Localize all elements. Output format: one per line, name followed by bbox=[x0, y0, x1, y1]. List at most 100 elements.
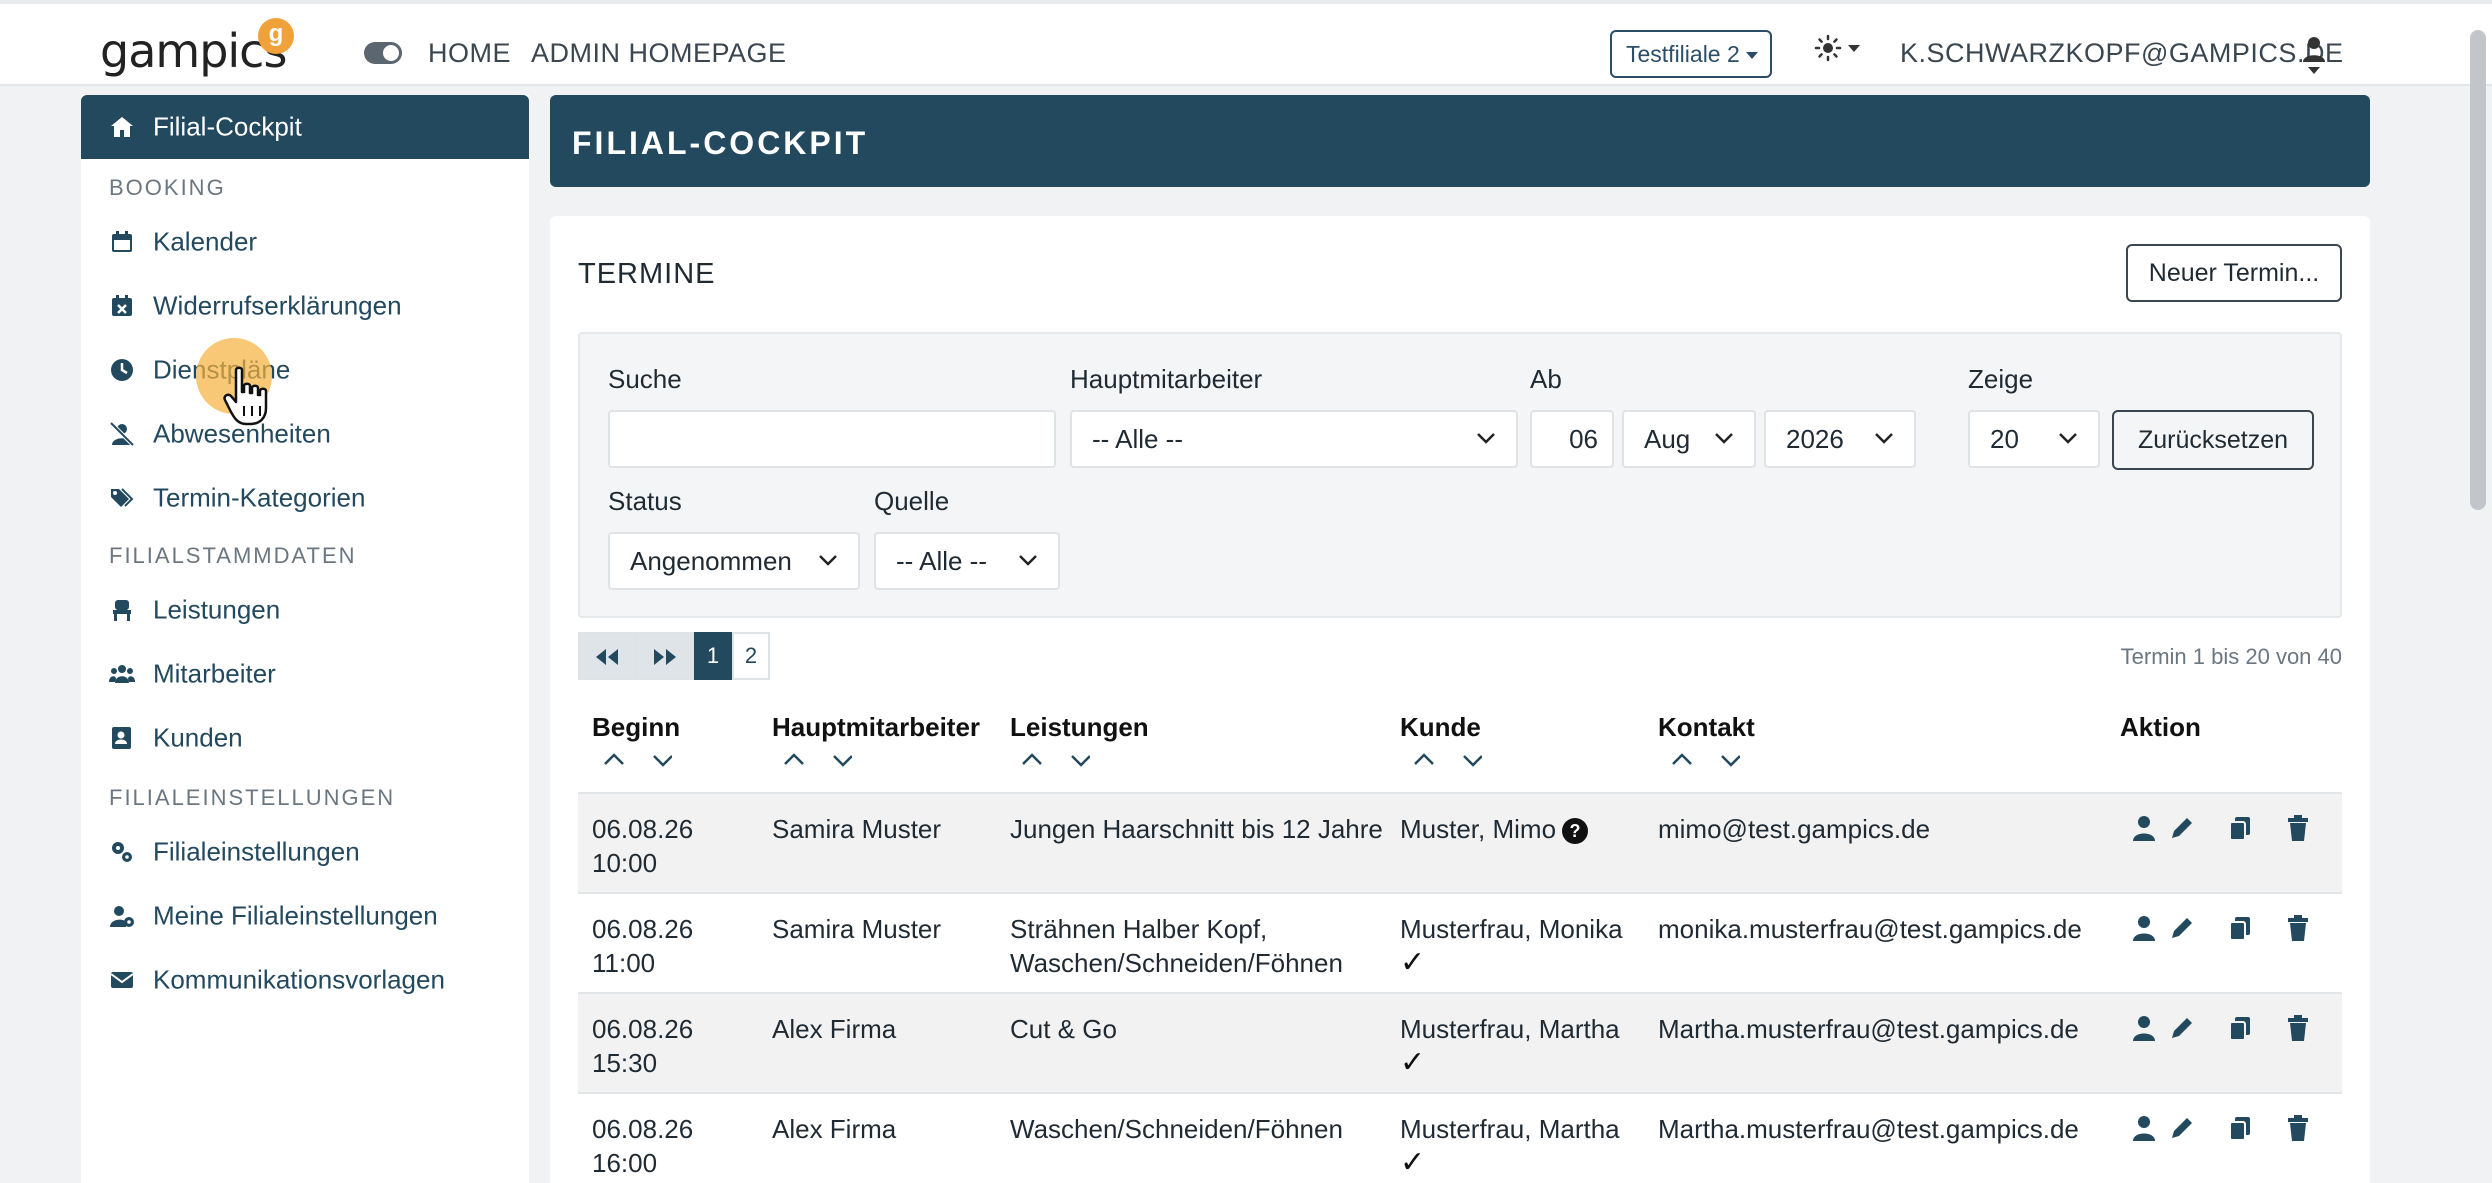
caret-down-icon bbox=[1848, 44, 1860, 52]
show-label: Zeige bbox=[1968, 364, 2034, 394]
sidebar-item-label: Filial-Cockpit bbox=[153, 111, 302, 142]
table-row[interactable]: 06.08.26 10:00 Samira Muster Jungen Haars… bbox=[578, 792, 2342, 892]
search-label: Suche bbox=[608, 364, 682, 394]
employee-select-value: -- Alle -- bbox=[1092, 424, 1183, 454]
user-icon[interactable] bbox=[2130, 1114, 2158, 1142]
pencil-icon[interactable] bbox=[2168, 814, 2196, 842]
clock-icon bbox=[111, 359, 133, 381]
trash-icon[interactable] bbox=[2284, 1014, 2312, 1042]
sort-buttons-beginn[interactable] bbox=[602, 750, 672, 770]
from-year-select[interactable]: 2026 bbox=[1764, 410, 1916, 468]
sidebar-item-widerrufserklaerungen[interactable]: Widerrufserklärungen bbox=[81, 278, 529, 334]
theme-toggle-button[interactable] bbox=[1814, 30, 1860, 64]
sort-buttons-kunde[interactable] bbox=[1412, 750, 1482, 770]
status-select-value: Angenommen bbox=[630, 546, 792, 576]
sidebar: Filial-Cockpit BOOKING Kalender Widerruf… bbox=[81, 95, 529, 1183]
tags-icon bbox=[111, 488, 134, 507]
sidebar-item-meine-filialeinstellungen[interactable]: Meine Filialeinstellungen bbox=[81, 888, 529, 944]
nav-home-link[interactable]: HOME bbox=[428, 38, 511, 69]
copy-icon[interactable] bbox=[2226, 1114, 2254, 1142]
card-title: TERMINE bbox=[578, 258, 716, 290]
trash-icon[interactable] bbox=[2284, 914, 2312, 942]
source-select[interactable]: -- Alle -- bbox=[874, 532, 1060, 590]
sidebar-toggle[interactable] bbox=[364, 42, 402, 64]
page-title: FILIAL-COCKPIT bbox=[572, 125, 869, 161]
copy-icon[interactable] bbox=[2226, 814, 2254, 842]
table-row[interactable]: 06.08.26 11:00 Samira Muster Strähnen Hal… bbox=[578, 892, 2342, 992]
table-row[interactable]: 06.08.26 15:30 Alex Firma Cut & Go Muster… bbox=[578, 992, 2342, 1092]
sidebar-item-dienstplaene[interactable]: Dienstpläne bbox=[81, 342, 529, 398]
double-chevron-left-icon bbox=[596, 649, 618, 666]
cell-begin: 06.08.26 16:00 bbox=[592, 1112, 693, 1180]
customer-name: Musterfrau, Monika bbox=[1400, 914, 1623, 944]
from-day-input[interactable]: 06 bbox=[1530, 410, 1614, 468]
user-icon[interactable] bbox=[2130, 1014, 2158, 1042]
pencil-icon[interactable] bbox=[2168, 914, 2196, 942]
column-header-leistungen: Leistungen bbox=[1010, 712, 1149, 742]
check-icon: ✓ bbox=[1400, 946, 1426, 979]
chevron-down-icon bbox=[1477, 433, 1495, 444]
pencil-icon[interactable] bbox=[2168, 1114, 2196, 1142]
trash-icon[interactable] bbox=[2284, 1114, 2312, 1142]
trash-icon[interactable] bbox=[2284, 814, 2312, 842]
cell-date: 06.08.26 bbox=[592, 1014, 694, 1044]
sort-buttons-kontakt[interactable] bbox=[1670, 750, 1740, 770]
service-line: Waschen/Schneiden/Föhnen bbox=[1010, 948, 1343, 978]
employee-select[interactable]: -- Alle -- bbox=[1070, 410, 1518, 468]
caret-down-icon bbox=[2308, 67, 2320, 75]
cell-contact: Martha.musterfrau@test.gampics.de bbox=[1658, 1114, 2079, 1144]
user-icon[interactable] bbox=[2130, 814, 2158, 842]
sidebar-item-mitarbeiter[interactable]: Mitarbeiter bbox=[81, 646, 529, 702]
status-select[interactable]: Angenommen bbox=[608, 532, 860, 590]
cell-time: 15:30 bbox=[592, 1048, 658, 1078]
search-input[interactable] bbox=[608, 410, 1056, 468]
user-email[interactable]: K.SCHWARZKOPF@GAMPICS.DE bbox=[1900, 38, 2343, 69]
user-menu-button[interactable] bbox=[2302, 36, 2342, 75]
sidebar-item-label: Meine Filialeinstellungen bbox=[153, 900, 438, 931]
sort-buttons-leistungen[interactable] bbox=[1020, 750, 1090, 770]
sidebar-item-filialeinstellungen[interactable]: Filialeinstellungen bbox=[81, 824, 529, 880]
sidebar-item-filial-cockpit[interactable]: Filial-Cockpit bbox=[81, 95, 529, 159]
users-icon bbox=[109, 665, 135, 683]
cell-contact: monika.musterfrau@test.gampics.de bbox=[1658, 914, 2082, 944]
envelope-icon bbox=[110, 972, 134, 988]
copy-icon[interactable] bbox=[2226, 914, 2254, 942]
sort-buttons-hauptmitarbeiter[interactable] bbox=[782, 750, 852, 770]
sidebar-item-label: Kalender bbox=[153, 226, 258, 257]
page-size-select[interactable]: 20 bbox=[1968, 410, 2100, 468]
page-1-button[interactable]: 1 bbox=[694, 632, 732, 680]
home-icon bbox=[111, 117, 133, 137]
pagination: 1 2 bbox=[578, 632, 770, 680]
chevron-down-icon bbox=[1019, 555, 1037, 566]
copy-icon[interactable] bbox=[2226, 1014, 2254, 1042]
question-circle-icon[interactable]: ? bbox=[1562, 818, 1589, 845]
user-icon[interactable] bbox=[2130, 914, 2158, 942]
sidebar-item-kunden[interactable]: Kunden bbox=[81, 710, 529, 766]
sidebar-item-kommunikationsvorlagen[interactable]: Kommunikationsvorlagen bbox=[81, 952, 529, 1008]
sidebar-item-termin-kategorien[interactable]: Termin-Kategorien bbox=[81, 470, 529, 526]
calendar-x-icon bbox=[112, 295, 132, 316]
sidebar-item-leistungen[interactable]: Leistungen bbox=[81, 582, 529, 638]
chevron-down-icon bbox=[2059, 433, 2077, 444]
pencil-icon[interactable] bbox=[2168, 1014, 2196, 1042]
cell-employee: Alex Firma bbox=[772, 1014, 897, 1044]
last-page-button[interactable] bbox=[636, 632, 694, 680]
sidebar-section-filialstammdaten: FILIALSTAMMDATEN bbox=[109, 543, 357, 568]
from-month-select[interactable]: Aug bbox=[1622, 410, 1756, 468]
new-appointment-button[interactable]: Neuer Termin... bbox=[2126, 244, 2342, 302]
page-scrollbar[interactable] bbox=[2470, 30, 2486, 510]
cell-begin: 06.08.26 10:00 bbox=[592, 812, 693, 880]
filial-dropdown[interactable]: Testfiliale 2 bbox=[1610, 30, 1772, 78]
caret-down-icon bbox=[1745, 52, 1758, 60]
sidebar-item-kalender[interactable]: Kalender bbox=[81, 214, 529, 270]
customer-name: Muster, Mimo bbox=[1400, 814, 1557, 844]
table-row[interactable]: 06.08.26 16:00 Alex Firma Waschen/Schneid… bbox=[578, 1092, 2342, 1183]
reset-button[interactable]: Zurücksetzen bbox=[2112, 410, 2314, 470]
column-header-hauptmitarbeiter: Hauptmitarbeiter bbox=[772, 712, 981, 742]
sidebar-item-abwesenheiten[interactable]: Abwesenheiten bbox=[81, 406, 529, 462]
sidebar-item-label: Leistungen bbox=[153, 594, 281, 625]
cell-employee: Samira Muster bbox=[772, 814, 942, 844]
nav-admin-homepage-link[interactable]: ADMIN HOMEPAGE bbox=[531, 38, 787, 69]
first-page-button[interactable] bbox=[578, 632, 636, 680]
page-2-button[interactable]: 2 bbox=[732, 632, 770, 680]
